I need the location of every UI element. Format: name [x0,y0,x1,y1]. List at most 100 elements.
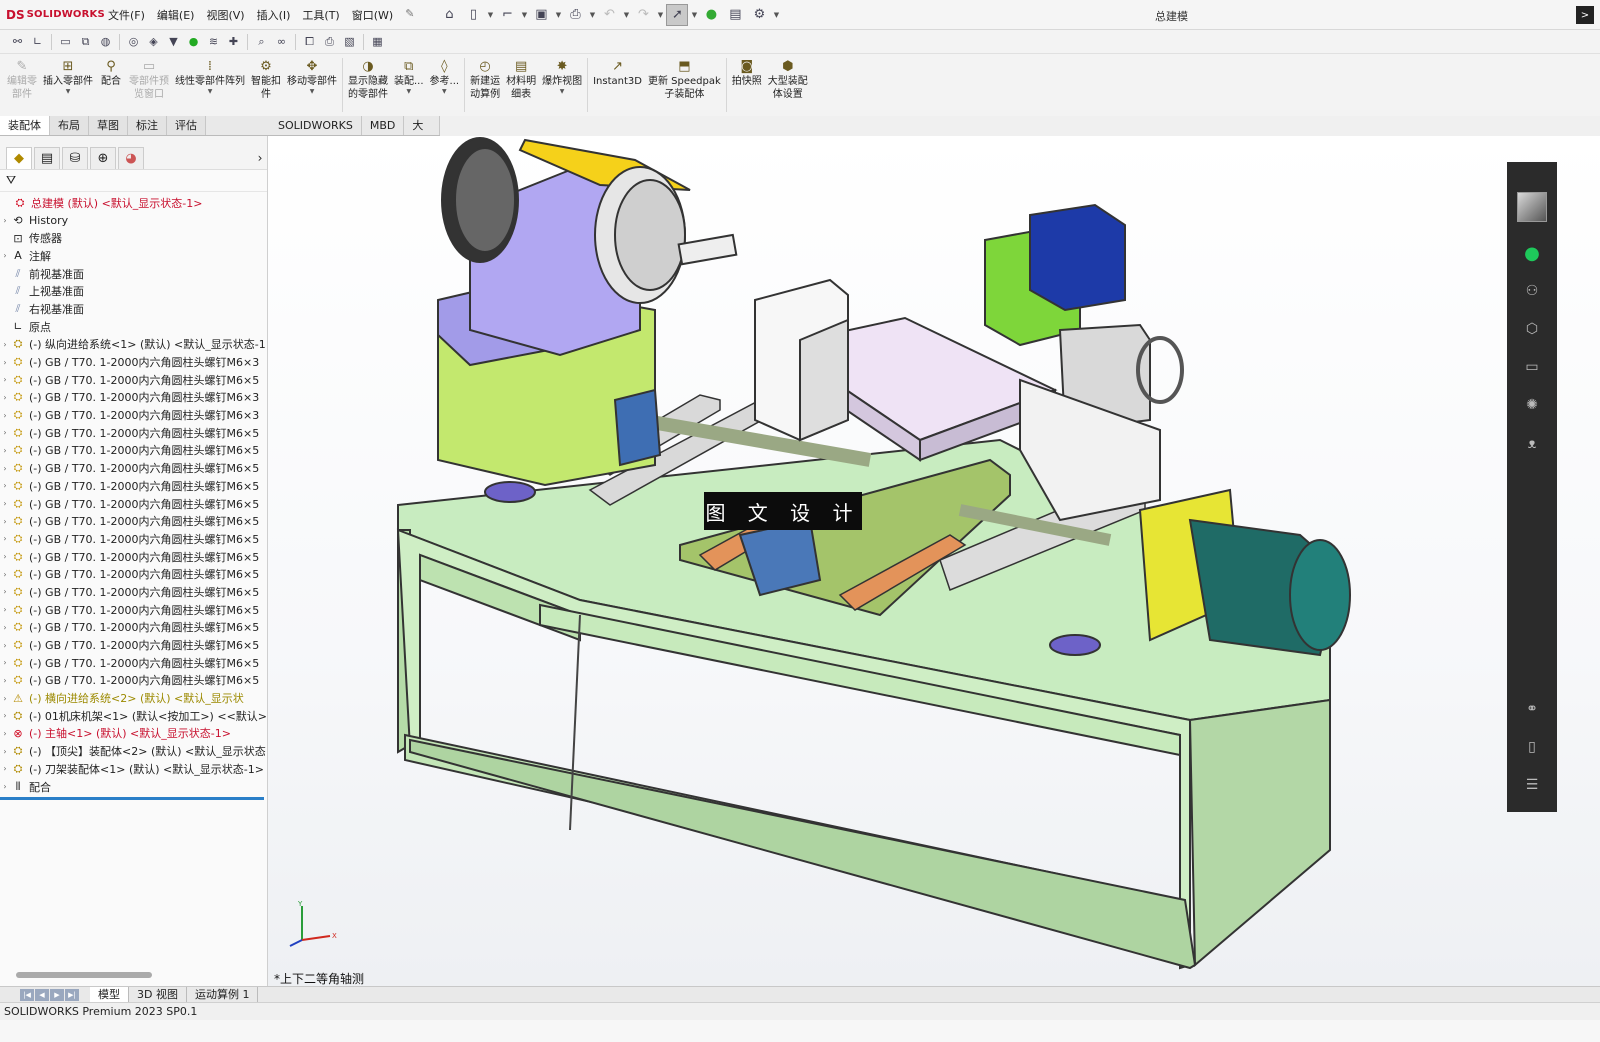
printer-small-icon[interactable]: ⎙ [320,32,339,51]
tree-item[interactable]: › ⛭ (-) GB / T70. 1-2000内六角圆柱头螺钉M6×3 [0,406,267,424]
configurationmanager-tab-icon[interactable]: ⛁ [62,147,88,169]
expand-arrow-icon[interactable]: › [0,216,10,225]
ribbon-button-preview-window[interactable]: ▭ 零部件预 览窗口 [126,54,172,116]
tree-item[interactable]: › ⛭ (-) GB / T70. 1-2000内六角圆柱头螺钉M6×5 [0,459,267,477]
tree-item[interactable]: ⛭ 总建模 (默认) <默认_显示状态-1> [0,194,267,212]
tree-item[interactable]: › ⛭ (-) GB / T70. 1-2000内六角圆柱头螺钉M6×5 [0,548,267,566]
ribbon-button-move-component[interactable]: ✥ 移动零部件 ▼ [284,54,340,116]
expand-arrow-icon[interactable]: › [0,711,10,720]
tree-item[interactable]: › ⛭ (-) GB / T70. 1-2000内六角圆柱头螺钉M6×5 [0,565,267,583]
butterfly-icon[interactable]: ᴥ [1521,432,1543,454]
propertymanager-tab-icon[interactable]: ▤ [34,147,60,169]
expand-arrow-icon[interactable]: › [0,358,10,367]
expand-arrow-icon[interactable]: › [0,729,10,738]
tree-item[interactable]: › ⛭ (-) GB / T70. 1-2000内六角圆柱头螺钉M6×5 [0,442,267,460]
ribbon-button-insert-component[interactable]: ⊞ 插入零部件 ▼ [40,54,96,116]
new-document-icon[interactable]: ▯ [462,4,484,26]
redo-dropdown-icon[interactable]: ▼ [656,11,664,19]
copy-icon[interactable]: ⧠ [300,32,319,51]
binoculars-icon[interactable]: ∞ [272,32,291,51]
open-dropdown-icon[interactable]: ▼ [520,11,528,19]
tree-item[interactable]: › ⚠ (-) 横向进给系统<2> (默认) <默认_显示状 [0,689,267,707]
tree-item[interactable]: › ⛭ (-) GB / T70. 1-2000内六角圆柱头螺钉M6×5 [0,512,267,530]
expand-arrow-icon[interactable]: › [0,764,10,773]
expand-arrow-icon[interactable]: › [0,446,10,455]
expand-arrow-icon[interactable]: › [0,481,10,490]
tree-item[interactable]: › ⟲ History [0,212,267,230]
expand-arrow-icon[interactable]: › [0,570,10,579]
displaymanager-tab-icon[interactable]: ◕ [118,147,144,169]
dropdown-arrow-icon[interactable]: ▼ [208,88,213,95]
tree-item[interactable]: › ⛭ (-) 【顶尖】装配体<2> (默认) <默认_显示状态 [0,742,267,760]
expand-arrow-icon[interactable]: › [0,552,10,561]
new-dropdown-icon[interactable]: ▼ [486,11,494,19]
circle-pattern-icon[interactable]: ◎ [124,32,143,51]
file-properties-icon[interactable]: ▤ [724,4,746,26]
tab-assembly[interactable]: 装配体 [0,116,50,135]
graphics-area[interactable]: ⌕ ⌖ ↺ ◧ ✎ ⧈ ◩ ◉ ◆ ◒ ▭ Y X [268,136,1600,986]
contacts-icon[interactable]: ⚇ [1521,280,1543,302]
tree-item[interactable]: ⫽ 右视基准面 [0,300,267,318]
tree-item[interactable]: › ⛭ (-) GB / T70. 1-2000内六角圆柱头螺钉M6×5 [0,495,267,513]
pin-icon[interactable]: ✎ [399,7,420,23]
image-icon[interactable]: ▧ [340,32,359,51]
tab-solidworks-addins[interactable]: SOLIDWORKS 插件 [270,116,362,151]
save-icon[interactable]: ▣ [530,4,552,26]
expand-arrow-icon[interactable]: › [0,534,10,543]
tab-motion-study[interactable]: 运动算例 1 [187,987,259,1002]
aperture-icon[interactable]: ✺ [1521,394,1543,416]
dimxpert-tab-icon[interactable]: ⊕ [90,147,116,169]
solidworks-logo[interactable]: DS SOLIDWORKS [0,8,105,22]
featuremanager-tab-icon[interactable]: ◆ [6,147,32,169]
tab-model[interactable]: 模型 [90,987,129,1002]
dropdown-arrow-icon[interactable]: ▼ [560,88,565,95]
ribbon-button-assembly-features[interactable]: ⧉ 装配... ▼ [391,54,427,116]
dropdown-arrow-icon[interactable]: ▼ [66,88,71,95]
link-icon[interactable]: ⚯ [8,32,27,51]
expand-panel-button[interactable]: > [1576,6,1594,24]
tab-markup[interactable]: 标注 [128,116,167,135]
tree-rollback-bar[interactable] [0,796,264,801]
globe-icon[interactable]: ◍ [96,32,115,51]
expand-arrow-icon[interactable]: › [0,428,10,437]
last-tab-icon[interactable]: ▶| [65,988,79,1001]
menu-window[interactable]: 窗口(W) [346,7,399,23]
menu-edit[interactable]: 编辑(E) [151,7,201,23]
tree-item[interactable]: › ⛭ (-) GB / T70. 1-2000内六角圆柱头螺钉M6×5 [0,583,267,601]
cross-icon[interactable]: ✚ [224,32,243,51]
expand-arrow-icon[interactable]: › [0,517,10,526]
expand-arrow-icon[interactable]: › [0,623,10,632]
ribbon-button-large-assembly[interactable]: ⬢ 大型装配 体设置 [765,54,811,116]
tree-item[interactable]: › ⛭ (-) GB / T70. 1-2000内六角圆柱头螺钉M6×5 [0,636,267,654]
prev-tab-icon[interactable]: ◀ [35,988,49,1001]
tree-item[interactable]: › ⛭ (-) GB / T70. 1-2000内六角圆柱头螺钉M6×5 [0,601,267,619]
ribbon-button-reference-geometry[interactable]: ◊ 参考... ▼ [427,54,463,116]
tree-item[interactable]: › ⛭ (-) GB / T70. 1-2000内六角圆柱头螺钉M6×5 [0,672,267,690]
tab-sketch[interactable]: 草图 [89,116,128,135]
ribbon-button-mate[interactable]: ⚲ 配合 [96,54,126,116]
expand-arrow-icon[interactable]: › [0,641,10,650]
tree-item[interactable]: › ⛭ (-) GB / T70. 1-2000内六角圆柱头螺钉M6×5 [0,424,267,442]
tree-item[interactable]: › ⛭ (-) GB / T70. 1-2000内六角圆柱头螺钉M6×3 [0,353,267,371]
funnel-icon[interactable]: ▼ [164,32,183,51]
expand-arrow-icon[interactable]: › [0,251,10,260]
tree-item[interactable]: › ⛭ (-) GB / T70. 1-2000内六角圆柱头螺钉M6×3 [0,389,267,407]
link-chain-icon[interactable]: ⚭ [1521,698,1543,720]
menu-tools[interactable]: 工具(T) [296,7,345,23]
tab-layout[interactable]: 布局 [50,116,89,135]
tree-item[interactable]: › ⛭ (-) 01机床机架<1> (默认<按加工>) <<默认> [0,707,267,725]
print-dropdown-icon[interactable]: ▼ [588,11,596,19]
tree-filter[interactable]: ⛛ [0,170,267,192]
folder-icon[interactable]: ▭ [1521,356,1543,378]
tree-item[interactable]: ∟ 原点 [0,318,267,336]
ribbon-button-bom[interactable]: ▤ 材料明 细表 [503,54,539,116]
tab-3d-views[interactable]: 3D 视图 [129,987,187,1002]
open-icon[interactable]: ⌐ [496,4,518,26]
cube-icon[interactable]: ◈ [144,32,163,51]
table-icon[interactable]: ▦ [368,32,387,51]
tree-item[interactable]: › ⊗ (-) 主轴<1> (默认) <默认_显示状态-1> [0,725,267,743]
expand-arrow-icon[interactable]: › [0,676,10,685]
first-tab-icon[interactable]: |◀ [20,988,34,1001]
avatar[interactable] [1517,192,1547,222]
select-icon[interactable]: ➚ [666,3,689,26]
